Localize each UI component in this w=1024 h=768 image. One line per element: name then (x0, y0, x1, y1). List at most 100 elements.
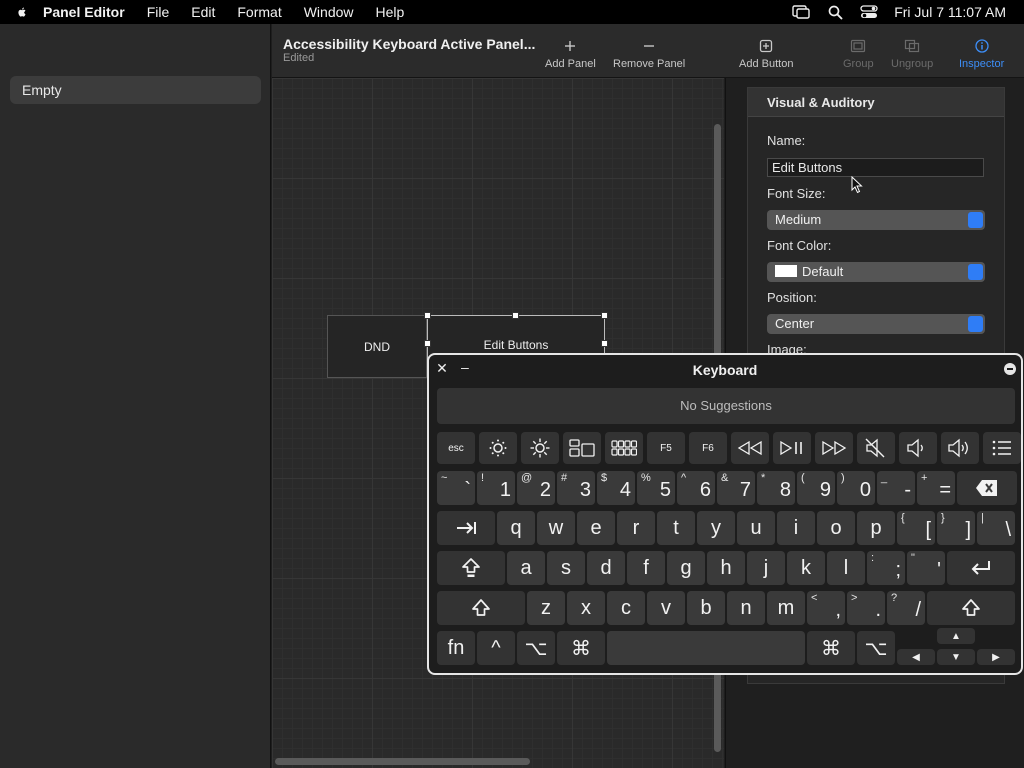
key-\[interactable]: | \ (977, 511, 1015, 545)
key-x[interactable]: x (567, 591, 605, 625)
apple-menu-icon[interactable] (0, 4, 26, 20)
key-f5[interactable]: F5 (647, 432, 685, 464)
key-8[interactable]: * 8 (757, 471, 795, 505)
key-esc[interactable]: esc (437, 432, 475, 464)
add-panel-button[interactable]: Add Panel (545, 36, 596, 70)
key-d[interactable]: d (587, 551, 625, 585)
key-comma[interactable]: <, (807, 591, 845, 625)
canvas-button-dnd[interactable]: DND (327, 315, 427, 378)
sidebar-item-empty[interactable]: Empty (10, 76, 261, 104)
key-mute[interactable] (857, 432, 895, 464)
key-e[interactable]: e (577, 511, 615, 545)
key-k[interactable]: k (787, 551, 825, 585)
menu-help[interactable]: Help (365, 0, 416, 24)
resize-handle[interactable] (424, 340, 431, 347)
key-u[interactable]: u (737, 511, 775, 545)
key-return[interactable] (947, 551, 1015, 585)
key-[[interactable]: {[ (897, 511, 935, 545)
options-icon[interactable] (1004, 363, 1016, 375)
key-r[interactable]: r (617, 511, 655, 545)
key-q[interactable]: q (497, 511, 535, 545)
key-2[interactable]: @2 (517, 471, 555, 505)
key-option-left[interactable]: ⌥ (517, 631, 555, 665)
key-=[interactable]: + = (917, 471, 955, 505)
key-delete[interactable] (957, 471, 1017, 505)
key-f6[interactable]: F6 (689, 432, 727, 464)
group-button[interactable]: Group (843, 36, 874, 70)
key-0[interactable]: ) 0 (837, 471, 875, 505)
key-y[interactable]: y (697, 511, 735, 545)
key-][interactable]: }] (937, 511, 975, 545)
menu-clock[interactable]: Fri Jul 7 11:07 AM (886, 4, 1024, 20)
key-semicolon[interactable]: :; (867, 551, 905, 585)
key-play-pause[interactable] (773, 432, 811, 464)
key-rewind[interactable] (731, 432, 769, 464)
key-`[interactable]: ~ ` (437, 471, 475, 505)
font-color-popup[interactable]: Default (767, 262, 985, 282)
menu-file[interactable]: File (136, 0, 181, 24)
key-list[interactable] (983, 432, 1021, 464)
resize-handle[interactable] (601, 312, 608, 319)
key-fast-forward[interactable] (815, 432, 853, 464)
font-size-popup[interactable]: Medium (767, 210, 985, 230)
key-period[interactable]: >. (847, 591, 885, 625)
key-3[interactable]: #3 (557, 471, 595, 505)
key-volume-down[interactable] (899, 432, 937, 464)
key-p[interactable]: p (857, 511, 895, 545)
key-arrow-left[interactable]: ◀ (897, 649, 935, 665)
resize-handle[interactable] (424, 312, 431, 319)
key-b[interactable]: b (687, 591, 725, 625)
key-shift-left[interactable] (437, 591, 525, 625)
key-5[interactable]: % 5 (637, 471, 675, 505)
key-arrow-up[interactable]: ▲ (937, 628, 975, 644)
key-o[interactable]: o (817, 511, 855, 545)
key-caps-lock[interactable] (437, 551, 505, 585)
control-center-icon[interactable] (852, 0, 886, 24)
key-4[interactable]: $4 (597, 471, 635, 505)
key-command-left[interactable]: ⌘ (557, 631, 605, 665)
menu-format[interactable]: Format (226, 0, 292, 24)
spotlight-search-icon[interactable] (818, 0, 852, 24)
key-m[interactable]: m (767, 591, 805, 625)
key-l[interactable]: l (827, 551, 865, 585)
screen-mirroring-icon[interactable] (784, 0, 818, 24)
key-tab[interactable] (437, 511, 495, 545)
key-fn[interactable]: fn (437, 631, 475, 665)
key-i[interactable]: i (777, 511, 815, 545)
key-1[interactable]: ! 1 (477, 471, 515, 505)
resize-handle[interactable] (512, 312, 519, 319)
horizontal-scrollbar[interactable] (275, 758, 530, 765)
ungroup-button[interactable]: Ungroup (891, 36, 933, 70)
position-popup[interactable]: Center (767, 314, 985, 334)
key-arrow-down[interactable]: ▼ (937, 649, 975, 665)
key-h[interactable]: h (707, 551, 745, 585)
key-n[interactable]: n (727, 591, 765, 625)
key-mission-control[interactable] (563, 432, 601, 464)
key-arrow-right[interactable]: ▶ (977, 649, 1015, 665)
key-t[interactable]: t (657, 511, 695, 545)
name-field[interactable]: Edit Buttons (767, 158, 984, 177)
inspector-button[interactable]: Inspector (959, 36, 1004, 70)
key-w[interactable]: w (537, 511, 575, 545)
key-c[interactable]: c (607, 591, 645, 625)
menu-window[interactable]: Window (293, 0, 365, 24)
key-f[interactable]: f (627, 551, 665, 585)
resize-handle[interactable] (601, 340, 608, 347)
key-command-right[interactable]: ⌘ (807, 631, 855, 665)
key-6[interactable]: ^ 6 (677, 471, 715, 505)
key-7[interactable]: & 7 (717, 471, 755, 505)
key-quote[interactable]: " ' (907, 551, 945, 585)
key-space[interactable] (607, 631, 805, 665)
key-z[interactable]: z (527, 591, 565, 625)
key-option-right[interactable]: ⌥ (857, 631, 895, 665)
key-v[interactable]: v (647, 591, 685, 625)
key-launchpad[interactable] (605, 432, 643, 464)
key-brightness-up[interactable] (521, 432, 559, 464)
key-volume-up[interactable] (941, 432, 979, 464)
menu-app-name[interactable]: Panel Editor (32, 0, 136, 24)
key-9[interactable]: (9 (797, 471, 835, 505)
key-brightness-down[interactable] (479, 432, 517, 464)
key-shift-right[interactable] (927, 591, 1015, 625)
key-g[interactable]: g (667, 551, 705, 585)
add-button-button[interactable]: Add Button (739, 36, 793, 70)
